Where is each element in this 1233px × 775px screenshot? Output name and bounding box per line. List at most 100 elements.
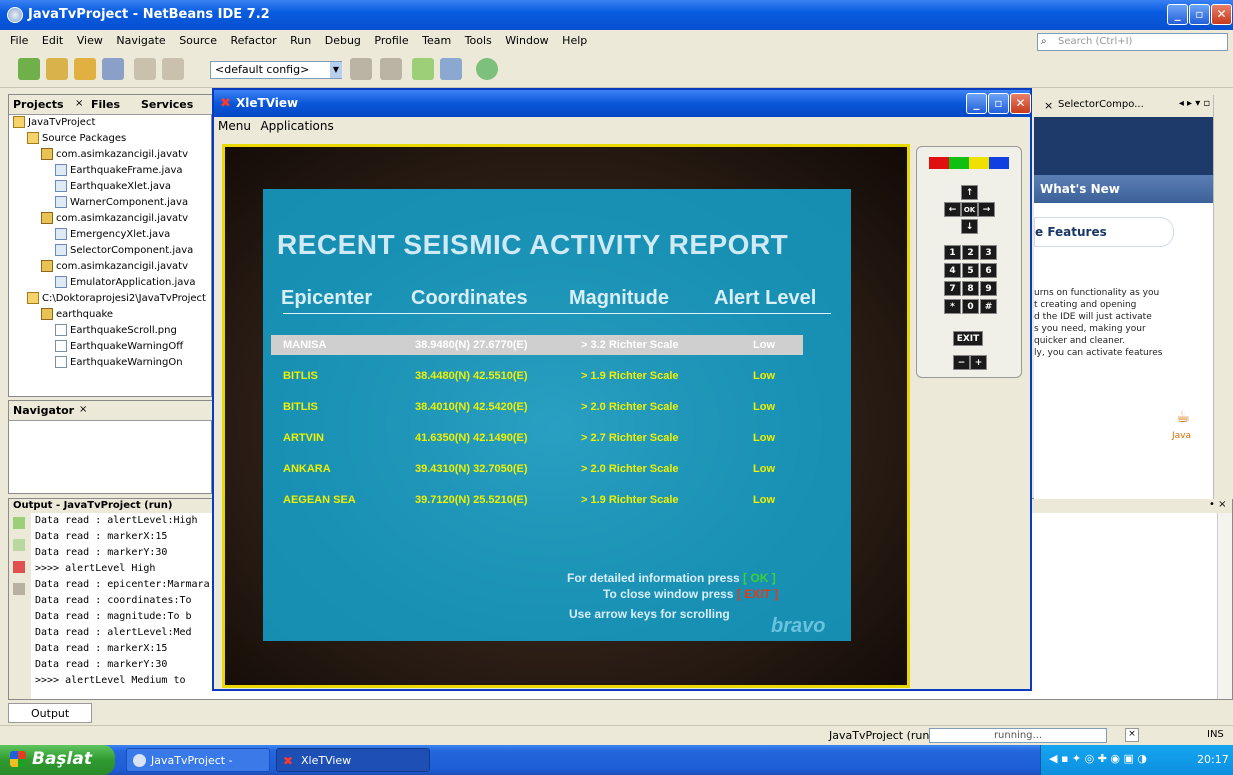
exit-key[interactable]: EXIT xyxy=(953,331,983,346)
menu-file[interactable]: File xyxy=(10,34,28,47)
report-row[interactable]: MANISA 38.9480(N) 27.6770(E) > 3.2 Richter… xyxy=(271,335,803,355)
arrow-down-key[interactable]: ↓ xyxy=(961,219,978,234)
xlet-close-button[interactable]: ✕ xyxy=(1010,93,1031,114)
menu-navigate[interactable]: Navigate xyxy=(116,34,165,47)
arrow-right-key[interactable]: → xyxy=(978,202,995,217)
digit-key[interactable]: 2 xyxy=(962,245,979,260)
tree-node[interactable]: EmergencyXlet.java xyxy=(13,227,211,243)
run-icon[interactable] xyxy=(412,58,434,80)
maximize-button[interactable]: ▫ xyxy=(1189,4,1210,25)
close-button[interactable]: ✕ xyxy=(1211,4,1232,25)
tree-node[interactable]: C:\Doktoraprojesi2\JavaTvProject xyxy=(13,291,211,307)
tree-node[interactable]: EmulatorApplication.java xyxy=(13,275,211,291)
debug-icon[interactable] xyxy=(440,58,462,80)
minimize-button[interactable]: _ xyxy=(1167,4,1188,25)
arrow-up-key[interactable]: ↑ xyxy=(961,185,978,200)
digit-key[interactable]: 6 xyxy=(980,263,997,278)
redo-icon[interactable] xyxy=(162,58,184,80)
menu-tools[interactable]: Tools xyxy=(465,34,492,47)
menu-source[interactable]: Source xyxy=(179,34,217,47)
output-settings-icon[interactable] xyxy=(13,583,25,595)
xlet-menu-menu[interactable]: Menu xyxy=(218,119,251,133)
tree-node[interactable]: EarthquakeWarningOff xyxy=(13,339,211,355)
tree-node[interactable]: EarthquakeScroll.png xyxy=(13,323,211,339)
tab-files[interactable]: Files xyxy=(91,98,120,111)
clean-build-icon[interactable] xyxy=(380,58,402,80)
task-netbeans[interactable]: JavaTvProject - NetB... xyxy=(126,748,270,772)
profile-icon[interactable] xyxy=(476,58,498,80)
plus-key[interactable]: + xyxy=(970,355,987,370)
yellow-key[interactable] xyxy=(969,157,989,169)
report-row[interactable]: BITLIS 38.4010(N) 42.5420(E) > 2.0 Richter… xyxy=(271,397,803,417)
report-row[interactable]: BITLIS 38.4480(N) 42.5510(E) > 1.9 Richter… xyxy=(271,366,803,386)
tree-node[interactable]: EarthquakeWarningOn xyxy=(13,355,211,371)
menu-run[interactable]: Run xyxy=(290,34,311,47)
arrow-left-key[interactable]: ← xyxy=(944,202,961,217)
tree-node[interactable]: com.asimkazancigil.javatv xyxy=(13,211,211,227)
tab-close-icon[interactable]: × xyxy=(79,404,87,415)
search-input[interactable]: Search (Ctrl+I) xyxy=(1037,33,1228,51)
red-key[interactable] xyxy=(929,157,949,169)
menu-refactor[interactable]: Refactor xyxy=(230,34,276,47)
tree-node[interactable]: com.asimkazancigil.javatv xyxy=(13,147,211,163)
open-project-icon[interactable] xyxy=(74,58,96,80)
menu-team[interactable]: Team xyxy=(422,34,451,47)
tab-services[interactable]: Services xyxy=(141,98,193,111)
xlet-minimize-button[interactable]: _ xyxy=(966,93,987,114)
tree-node[interactable]: EarthquakeXlet.java xyxy=(13,179,211,195)
menu-edit[interactable]: Edit xyxy=(42,34,63,47)
start-button[interactable]: Başlat xyxy=(0,745,115,775)
menu-help[interactable]: Help xyxy=(562,34,587,47)
save-all-icon[interactable] xyxy=(102,58,124,80)
digit-key[interactable]: 7 xyxy=(944,281,961,296)
minus-key[interactable]: − xyxy=(953,355,970,370)
digit-key[interactable]: # xyxy=(980,299,997,314)
report-row[interactable]: AEGEAN SEA 39.7120(N) 25.5210(E) > 1.9 Ric… xyxy=(271,490,803,510)
tray-icons[interactable]: ◀ ▪ ✦ ◎ ✚ ◉ ▣ ◑ xyxy=(1049,752,1147,765)
window-title-bar[interactable]: JavaTvProject - NetBeans IDE 7.2 _ ▫ ✕ xyxy=(0,0,1233,30)
tree-node[interactable]: earthquake xyxy=(13,307,211,323)
digit-key[interactable]: 8 xyxy=(962,281,979,296)
tab-projects[interactable]: Projects xyxy=(13,98,64,111)
task-xletview[interactable]: ✖ XleTView xyxy=(276,748,430,772)
ok-key[interactable]: OK xyxy=(961,202,978,217)
tree-node[interactable]: EarthquakeFrame.java xyxy=(13,163,211,179)
tab-output[interactable]: Output xyxy=(8,703,92,723)
report-row[interactable]: ANKARA 39.4310(N) 32.7050(E) > 2.0 Richter… xyxy=(271,459,803,479)
menu-window[interactable]: Window xyxy=(505,34,548,47)
blue-key[interactable] xyxy=(989,157,1009,169)
digit-key[interactable]: 1 xyxy=(944,245,961,260)
xlet-menu-applications[interactable]: Applications xyxy=(260,119,333,133)
new-project-icon[interactable] xyxy=(46,58,68,80)
tab-close-icon[interactable]: × xyxy=(1044,99,1053,112)
green-key[interactable] xyxy=(949,157,969,169)
tree-node[interactable]: com.asimkazancigil.javatv xyxy=(13,259,211,275)
tree-node[interactable]: JavaTvProject xyxy=(13,115,211,131)
digit-key[interactable]: 3 xyxy=(980,245,997,260)
digit-key[interactable]: 5 xyxy=(962,263,979,278)
digit-key[interactable]: 9 xyxy=(980,281,997,296)
tree-node[interactable]: WarnerComponent.java xyxy=(13,195,211,211)
rerun-different-icon[interactable] xyxy=(13,539,25,551)
tree-node[interactable]: Source Packages xyxy=(13,131,211,147)
stop-icon[interactable] xyxy=(13,561,25,573)
output-scrollbar[interactable] xyxy=(1217,513,1232,699)
digit-key[interactable]: * xyxy=(944,299,961,314)
right-panel-scrollbar[interactable] xyxy=(1213,95,1233,499)
menu-profile[interactable]: Profile xyxy=(374,34,408,47)
build-icon[interactable] xyxy=(350,58,372,80)
xlet-maximize-button[interactable]: ▫ xyxy=(988,93,1009,114)
report-row[interactable]: ARTVIN 41.6350(N) 42.1490(E) > 2.7 Richter… xyxy=(271,428,803,448)
xletview-title-bar[interactable]: ✖ XleTView _ ▫ ✕ xyxy=(214,90,1031,117)
menu-view[interactable]: View xyxy=(77,34,103,47)
config-select[interactable]: <default config> xyxy=(210,61,342,79)
cancel-run-icon[interactable]: × xyxy=(1125,728,1139,742)
tab-selectorcomponent[interactable]: SelectorCompo... xyxy=(1058,99,1144,110)
whats-new-header[interactable]: What's New xyxy=(1034,175,1213,203)
digit-key[interactable]: 4 xyxy=(944,263,961,278)
chevron-down-icon[interactable]: ▼ xyxy=(330,62,342,78)
undo-icon[interactable] xyxy=(134,58,156,80)
tab-close-icon[interactable]: × xyxy=(75,98,83,109)
output-close-icon[interactable]: • × xyxy=(1209,499,1226,510)
menu-debug[interactable]: Debug xyxy=(325,34,361,47)
